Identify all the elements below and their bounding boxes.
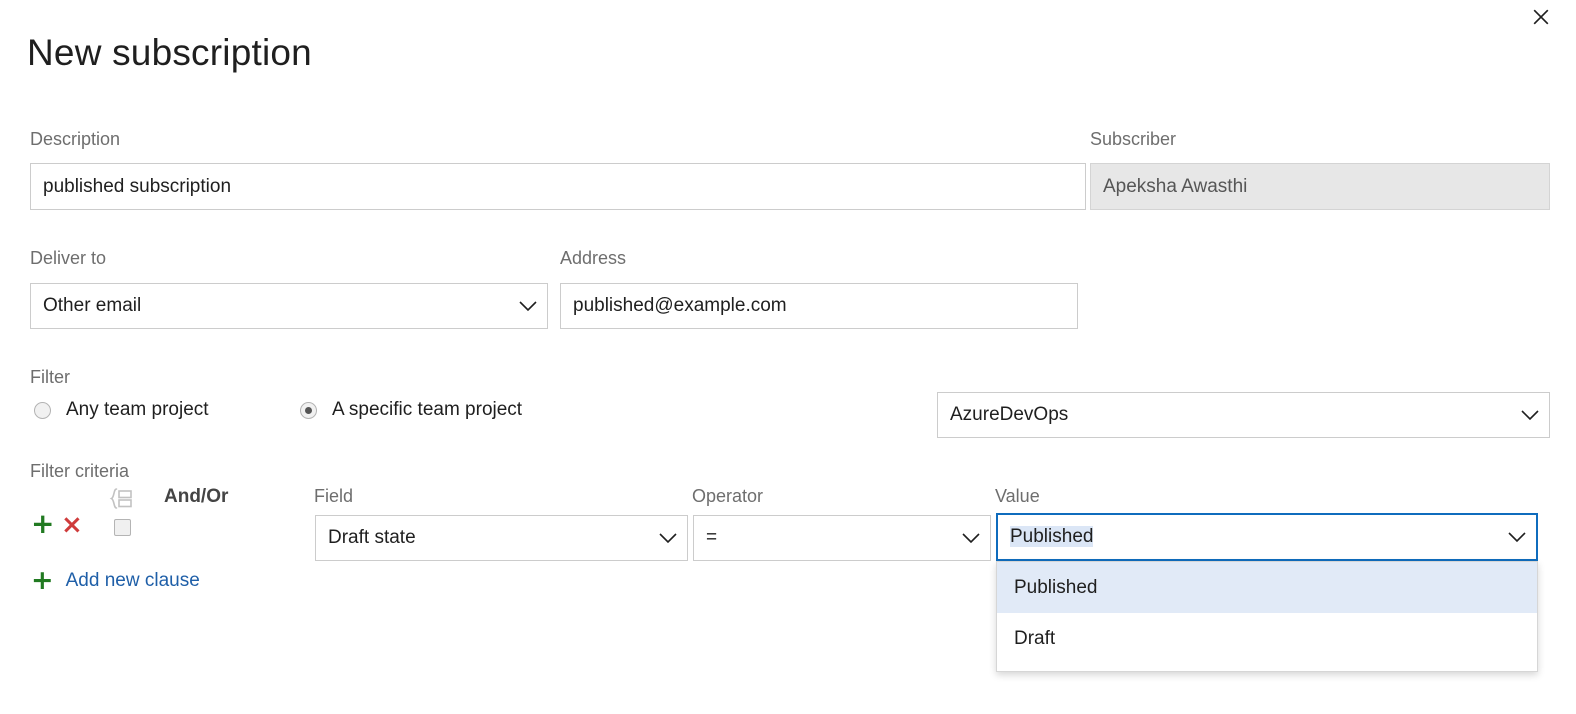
operator-dropdown[interactable]: = bbox=[693, 515, 991, 561]
column-header-value: Value bbox=[995, 486, 1040, 507]
team-project-dropdown[interactable]: AzureDevOps bbox=[937, 392, 1550, 438]
address-label: Address bbox=[560, 247, 626, 269]
value-dropdown[interactable]: Published bbox=[996, 513, 1538, 561]
field-dropdown[interactable]: Draft state bbox=[315, 515, 688, 561]
description-label: Description bbox=[30, 128, 120, 150]
subscriber-input bbox=[1090, 163, 1550, 210]
plus-icon: + bbox=[31, 567, 54, 594]
radio-any-team-project[interactable]: Any team project bbox=[34, 399, 209, 421]
value-option-published[interactable]: Published bbox=[997, 562, 1537, 613]
address-input[interactable] bbox=[560, 283, 1078, 329]
field-value: Draft state bbox=[316, 527, 649, 549]
chevron-down-icon bbox=[509, 300, 547, 312]
radio-indicator bbox=[34, 402, 51, 419]
filter-criteria-label: Filter criteria bbox=[30, 460, 129, 482]
add-new-clause-label: Add new clause bbox=[66, 570, 200, 592]
clause-select-checkbox[interactable] bbox=[114, 519, 131, 536]
column-header-field: Field bbox=[314, 486, 353, 507]
close-dialog-button[interactable] bbox=[1518, 0, 1564, 34]
team-project-value: AzureDevOps bbox=[938, 404, 1511, 426]
group-clauses-icon[interactable] bbox=[108, 487, 134, 511]
value-selected-text-inner: Published bbox=[1010, 526, 1093, 547]
add-new-clause-link[interactable]: + Add new clause bbox=[31, 567, 200, 594]
chevron-down-icon bbox=[952, 532, 990, 544]
subscriber-label: Subscriber bbox=[1090, 128, 1176, 150]
page-title: New subscription bbox=[27, 29, 312, 77]
chevron-down-icon bbox=[1511, 409, 1549, 421]
value-dropdown-list[interactable]: Published Draft bbox=[996, 561, 1538, 672]
column-header-operator: Operator bbox=[692, 486, 763, 507]
deliver-to-value: Other email bbox=[31, 295, 509, 317]
radio-specific-team-project[interactable]: A specific team project bbox=[300, 399, 522, 421]
operator-value: = bbox=[694, 527, 952, 549]
deliver-to-label: Deliver to bbox=[30, 247, 106, 269]
delete-clause-row-icon[interactable]: × bbox=[61, 512, 83, 538]
chevron-down-icon bbox=[649, 532, 687, 544]
add-clause-row-icon[interactable]: + bbox=[31, 510, 54, 538]
filter-label: Filter bbox=[30, 366, 70, 388]
description-input[interactable] bbox=[30, 163, 1086, 210]
radio-specific-team-project-label: A specific team project bbox=[332, 399, 522, 421]
radio-indicator bbox=[300, 402, 317, 419]
value-selected-text: Published bbox=[998, 526, 1498, 548]
value-option-draft[interactable]: Draft bbox=[997, 613, 1537, 664]
deliver-to-dropdown[interactable]: Other email bbox=[30, 283, 548, 329]
column-header-andor: And/Or bbox=[164, 486, 228, 508]
radio-any-team-project-label: Any team project bbox=[66, 399, 209, 421]
chevron-down-icon bbox=[1498, 531, 1536, 543]
close-icon bbox=[1531, 7, 1551, 27]
